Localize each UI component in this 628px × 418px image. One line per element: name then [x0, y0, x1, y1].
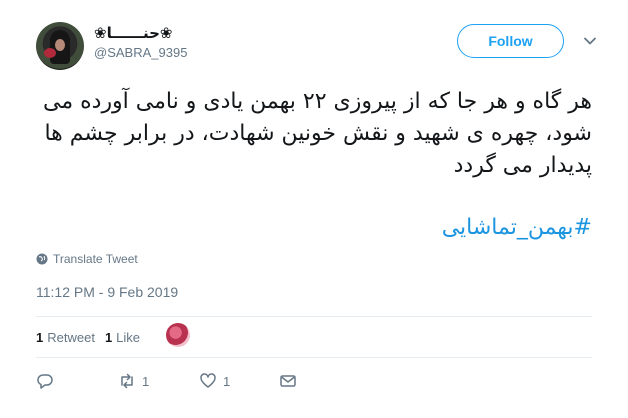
- message-icon: [280, 375, 296, 387]
- chevron-down-icon[interactable]: [583, 34, 597, 48]
- translate-label[interactable]: Translate Tweet: [53, 252, 138, 266]
- liker-avatar[interactable]: [166, 323, 190, 347]
- translate-tweet-link[interactable]: Translate Tweet: [36, 252, 138, 266]
- like-button[interactable]: 1: [199, 372, 230, 390]
- display-name[interactable]: ❀حنــــــا❀: [94, 24, 187, 44]
- tweet-stats: 1 Retweet 1 Like: [36, 326, 150, 348]
- heart-icon: [200, 373, 216, 388]
- retweet-stat[interactable]: 1 Retweet: [36, 330, 95, 345]
- like-stat[interactable]: 1 Like: [105, 330, 140, 345]
- direct-message-button[interactable]: [279, 372, 297, 390]
- tweet-actions: 1 1: [36, 372, 336, 394]
- timestamp[interactable]: 11:12 PM - 9 Feb 2019: [36, 284, 178, 300]
- retweet-icon: [121, 373, 133, 389]
- divider: [36, 357, 592, 358]
- globe-icon: [36, 253, 48, 265]
- tweet-header: ❀حنــــــا❀ @SABRA_9395 Follow: [36, 22, 606, 72]
- like-count: 1: [223, 373, 231, 389]
- user-names[interactable]: ❀حنــــــا❀ @SABRA_9395: [94, 24, 187, 62]
- hashtag-link[interactable]: #بهمن_تماشایی: [36, 212, 592, 244]
- avatar-face: [55, 39, 65, 51]
- follow-button[interactable]: Follow: [457, 24, 564, 58]
- reply-icon: [37, 374, 53, 389]
- like-stat-count: 1: [104, 329, 113, 345]
- divider: [36, 316, 592, 317]
- like-stat-label: Like: [116, 329, 141, 345]
- reply-button[interactable]: [36, 372, 54, 390]
- tweet-text: هر گاه و هر جا که از پیروزی ۲۲ بهمن یادی…: [43, 89, 592, 178]
- retweet-button[interactable]: 1: [118, 372, 149, 390]
- retweet-stat-label: Retweet: [47, 329, 95, 345]
- avatar[interactable]: [36, 22, 84, 70]
- retweet-count: 1: [142, 373, 150, 389]
- username[interactable]: @SABRA_9395: [94, 44, 187, 62]
- avatar-flower: [44, 48, 56, 58]
- retweet-stat-count: 1: [36, 329, 44, 345]
